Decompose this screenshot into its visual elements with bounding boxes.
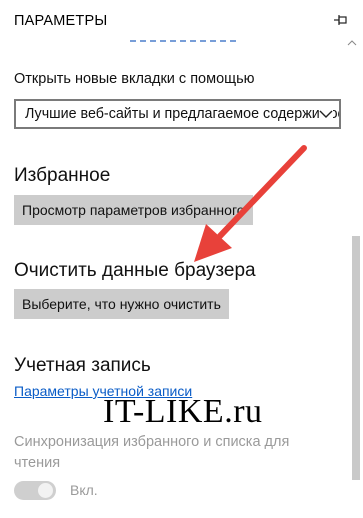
new-tabs-label: Открыть новые вкладки с помощью — [14, 71, 255, 87]
panel-title: ПАРАМЕТРЫ — [14, 13, 108, 29]
sync-description: Синхронизация избранного и списка для чт… — [14, 434, 290, 471]
scrollbar-thumb[interactable] — [352, 236, 360, 480]
settings-panel: ПАРАМЕТРЫ Открыть новые вкладки с помощь… — [0, 0, 363, 518]
new-tabs-select[interactable]: Лучшие веб-сайты и предлагаемое содержим… — [14, 99, 341, 129]
scrolled-content-fragment — [130, 40, 236, 44]
watermark: IT-LIKE.ru — [103, 393, 263, 430]
chevron-down-icon — [319, 108, 333, 120]
choose-what-to-clear-button[interactable]: Выберите, что нужно очистить — [14, 289, 229, 319]
favorites-title: Избранное — [14, 165, 111, 186]
account-title: Учетная запись — [14, 355, 151, 376]
toggle-knob — [38, 483, 53, 498]
pin-icon[interactable] — [333, 12, 349, 28]
favorites-settings-button[interactable]: Просмотр параметров избранного — [14, 195, 253, 225]
new-tabs-select-value: Лучшие веб-сайты и предлагаемое содержим… — [25, 106, 341, 122]
sync-toggle-label: Вкл. — [70, 482, 98, 498]
clear-data-title: Очистить данные браузера — [14, 260, 256, 281]
scrollbar[interactable] — [349, 38, 363, 518]
sync-toggle[interactable] — [14, 481, 56, 500]
